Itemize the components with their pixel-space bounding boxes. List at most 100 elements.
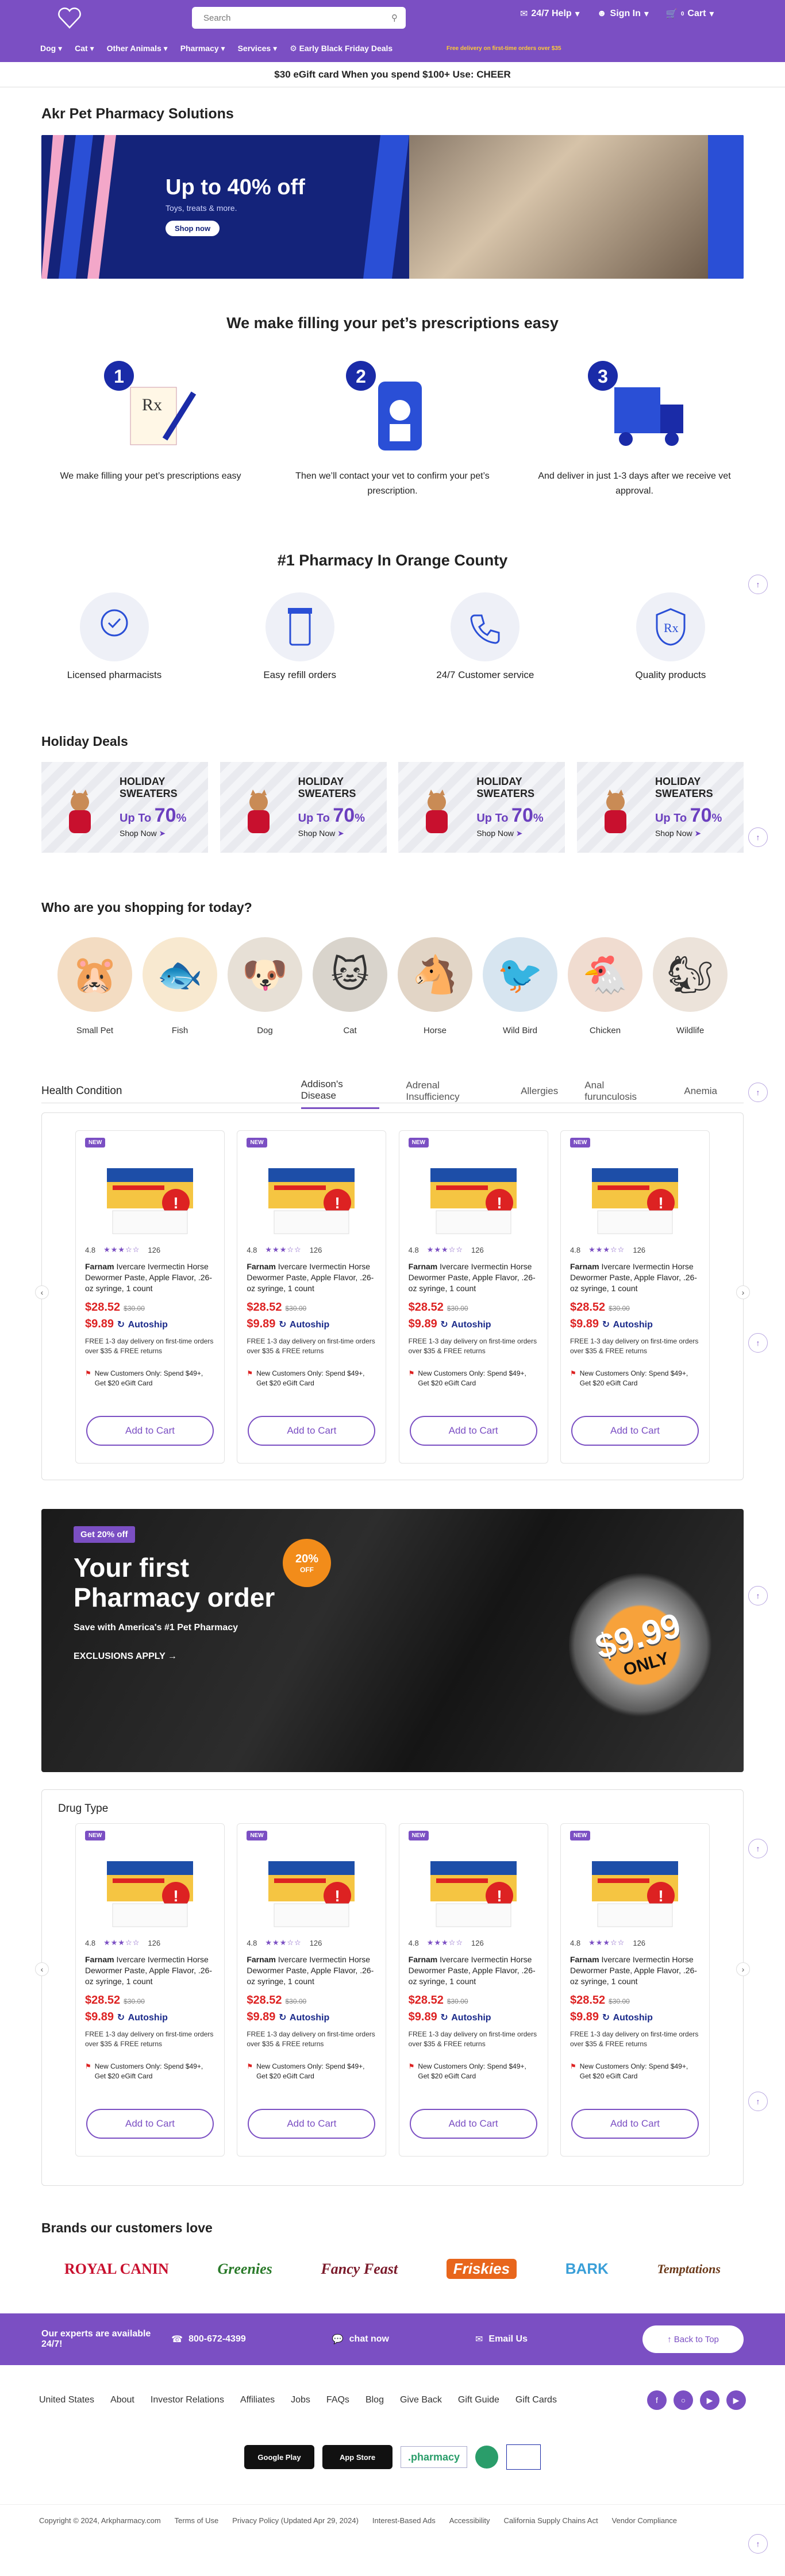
product-card[interactable]: NEW! 4.8 ★★★☆☆ 126 Farnam Ivercare Ivermecti… bbox=[237, 1130, 387, 1464]
product-image[interactable]: ! bbox=[85, 1844, 215, 1930]
legal-link[interactable]: Accessibility bbox=[449, 2516, 490, 2539]
footer-link[interactable]: United States bbox=[39, 2395, 94, 2405]
carousel-prev-button[interactable]: ‹ bbox=[35, 1285, 49, 1299]
footer-link[interactable]: Give Back bbox=[400, 2395, 442, 2405]
product-card[interactable]: NEW! 4.8 ★★★☆☆ 126 Farnam Ivercare Ivermecti… bbox=[398, 1130, 548, 1464]
youtube-icon[interactable]: ▶ bbox=[726, 2390, 746, 2410]
product-name[interactable]: Farnam Ivercare Ivermectin Horse Deworme… bbox=[570, 1261, 700, 1294]
legal-link[interactable]: Vendor Compliance bbox=[612, 2516, 677, 2539]
product-name[interactable]: Farnam Ivercare Ivermectin Horse Deworme… bbox=[247, 1954, 376, 1987]
legal-link[interactable]: Interest-Based Ads bbox=[372, 2516, 436, 2539]
holiday-deal-card[interactable]: HOLIDAY SWEATERS Up To 70% Shop Now ➤ bbox=[398, 762, 565, 853]
egift-banner[interactable]: $30 eGift card When you spend $100+ Use:… bbox=[0, 62, 785, 87]
pet-category-5[interactable]: 🐦 Wild Bird bbox=[483, 937, 557, 1035]
product-card[interactable]: NEW! 4.8 ★★★☆☆ 126 Farnam Ivercare Ivermecti… bbox=[237, 1823, 387, 2157]
product-image[interactable]: ! bbox=[247, 1151, 376, 1237]
chat-link[interactable]: 💬 chat now bbox=[332, 2334, 389, 2345]
footer-link[interactable]: FAQs bbox=[326, 2395, 349, 2405]
heart-logo-icon[interactable] bbox=[56, 5, 83, 31]
brand-fancy-feast[interactable]: Fancy Feast bbox=[321, 2261, 398, 2278]
add-to-cart-button[interactable]: Add to Cart bbox=[248, 2109, 376, 2139]
exclusions-link[interactable]: EXCLUSIONS APPLY → bbox=[74, 1651, 177, 1662]
signin-menu[interactable]: ☻ Sign In ▾ bbox=[597, 8, 649, 20]
brand-friskies[interactable]: Friskies bbox=[446, 2259, 517, 2279]
phone-link[interactable]: ☎ 800-672-4399 bbox=[171, 2334, 246, 2345]
product-image[interactable]: ! bbox=[409, 1151, 538, 1237]
pet-category-7[interactable]: 🐿 Wildlife bbox=[653, 937, 728, 1035]
deal-shop-link[interactable]: Shop Now ➤ bbox=[298, 829, 344, 838]
product-card[interactable]: NEW! 4.8 ★★★☆☆ 126 Farnam Ivercare Ivermecti… bbox=[560, 1823, 710, 2157]
pet-category-1[interactable]: 🐟 Fish bbox=[143, 937, 217, 1035]
holiday-deal-card[interactable]: HOLIDAY SWEATERS Up To 70% Shop Now ➤ bbox=[41, 762, 208, 853]
brand-royal-canin[interactable]: ROYAL CANIN bbox=[64, 2261, 169, 2278]
product-card[interactable]: NEW! 4.8 ★★★☆☆ 126 Farnam Ivercare Ivermecti… bbox=[75, 1130, 225, 1464]
cart-button[interactable]: 🛒 0 Cart ▾ bbox=[666, 8, 714, 20]
tab-allergies[interactable]: Allergies bbox=[521, 1080, 558, 1103]
tab-anemia[interactable]: Anemia bbox=[684, 1080, 717, 1103]
legal-link[interactable]: California Supply Chains Act bbox=[504, 2516, 598, 2539]
nav-black-friday[interactable]: ⚙ Early Black Friday Deals bbox=[290, 44, 392, 53]
footer-link[interactable]: Affiliates bbox=[240, 2395, 275, 2405]
tab-adrenal[interactable]: Adrenal Insufficiency bbox=[406, 1074, 494, 1108]
nav-services[interactable]: Services ▾ bbox=[238, 44, 278, 53]
instagram-icon[interactable]: ○ bbox=[674, 2390, 693, 2410]
footer-link[interactable]: Gift Cards bbox=[515, 2395, 557, 2405]
add-to-cart-button[interactable]: Add to Cart bbox=[248, 1416, 376, 1446]
search-input[interactable]: Search ⚲ bbox=[192, 7, 406, 29]
carousel-prev-button[interactable]: ‹ bbox=[35, 1962, 49, 1976]
scroll-top-icon[interactable]: ↑ bbox=[748, 1586, 768, 1605]
back-to-top-button[interactable]: ↑ Back to Top bbox=[642, 2325, 744, 2353]
product-name[interactable]: Farnam Ivercare Ivermectin Horse Deworme… bbox=[247, 1261, 376, 1294]
product-card[interactable]: NEW! 4.8 ★★★☆☆ 126 Farnam Ivercare Ivermecti… bbox=[75, 1823, 225, 2157]
tab-addisons[interactable]: Addison's Disease bbox=[301, 1073, 380, 1109]
product-image[interactable]: ! bbox=[85, 1151, 215, 1237]
pet-category-2[interactable]: 🐶 Dog bbox=[228, 937, 302, 1035]
add-to-cart-button[interactable]: Add to Cart bbox=[571, 1416, 699, 1446]
brand-bark[interactable]: BARK bbox=[565, 2260, 609, 2278]
product-card[interactable]: NEW! 4.8 ★★★☆☆ 126 Farnam Ivercare Ivermecti… bbox=[398, 1823, 548, 2157]
product-card[interactable]: NEW! 4.8 ★★★☆☆ 126 Farnam Ivercare Ivermecti… bbox=[560, 1130, 710, 1464]
youtube-icon[interactable]: ▶ bbox=[700, 2390, 719, 2410]
footer-link[interactable]: About bbox=[110, 2395, 134, 2405]
deal-shop-link[interactable]: Shop Now ➤ bbox=[655, 829, 701, 838]
nav-pharmacy[interactable]: Pharmacy ▾ bbox=[180, 44, 225, 53]
app-store-badge[interactable]: App Store bbox=[322, 2445, 392, 2469]
first-order-banner[interactable]: Get 20% off Your first Pharmacy order Sav… bbox=[41, 1509, 744, 1772]
deal-shop-link[interactable]: Shop Now ➤ bbox=[476, 829, 522, 838]
product-image[interactable]: ! bbox=[570, 1844, 700, 1930]
legal-link[interactable]: Privacy Policy (Updated Apr 29, 2024) bbox=[232, 2516, 359, 2539]
add-to-cart-button[interactable]: Add to Cart bbox=[86, 1416, 214, 1446]
deal-shop-link[interactable]: Shop Now ➤ bbox=[120, 829, 166, 838]
carousel-next-button[interactable]: › bbox=[736, 1285, 750, 1299]
holiday-deal-card[interactable]: HOLIDAY SWEATERS Up To 70% Shop Now ➤ bbox=[220, 762, 387, 853]
pet-category-0[interactable]: 🐹 Small Pet bbox=[57, 937, 132, 1035]
add-to-cart-button[interactable]: Add to Cart bbox=[409, 1416, 537, 1446]
scroll-top-icon[interactable]: ↑ bbox=[748, 575, 768, 594]
hero-banner[interactable]: Up to 40% off Toys, treats & more. Shop … bbox=[41, 135, 744, 279]
nav-dog[interactable]: Dog ▾ bbox=[40, 44, 62, 53]
holiday-deal-card[interactable]: HOLIDAY SWEATERS Up To 70% Shop Now ➤ bbox=[576, 762, 744, 853]
add-to-cart-button[interactable]: Add to Cart bbox=[571, 2109, 699, 2139]
footer-link[interactable]: Jobs bbox=[291, 2395, 310, 2405]
brand-temptations[interactable]: Temptations bbox=[657, 2262, 721, 2277]
product-image[interactable]: ! bbox=[247, 1844, 376, 1930]
scroll-top-icon[interactable]: ↑ bbox=[748, 2534, 768, 2554]
scroll-top-icon[interactable]: ↑ bbox=[748, 1839, 768, 1858]
footer-link[interactable]: Blog bbox=[365, 2395, 384, 2405]
product-name[interactable]: Farnam Ivercare Ivermectin Horse Deworme… bbox=[409, 1954, 538, 1987]
footer-link[interactable]: Gift Guide bbox=[458, 2395, 499, 2405]
footer-link[interactable]: Investor Relations bbox=[151, 2395, 224, 2405]
nav-cat[interactable]: Cat ▾ bbox=[75, 44, 94, 53]
tab-anal-furunculosis[interactable]: Anal furunculosis bbox=[584, 1074, 657, 1108]
pet-category-4[interactable]: 🐴 Horse bbox=[398, 937, 472, 1035]
product-name[interactable]: Farnam Ivercare Ivermectin Horse Deworme… bbox=[409, 1261, 538, 1294]
scroll-top-icon[interactable]: ↑ bbox=[748, 1333, 768, 1353]
carousel-next-button[interactable]: › bbox=[736, 1962, 750, 1976]
google-play-badge[interactable]: Google Play bbox=[244, 2445, 314, 2469]
product-image[interactable]: ! bbox=[409, 1844, 538, 1930]
legal-link[interactable]: Terms of Use bbox=[175, 2516, 219, 2539]
nav-other-animals[interactable]: Other Animals ▾ bbox=[107, 44, 168, 53]
product-image[interactable]: ! bbox=[570, 1151, 700, 1237]
scroll-top-icon[interactable]: ↑ bbox=[748, 1083, 768, 1102]
product-name[interactable]: Farnam Ivercare Ivermectin Horse Deworme… bbox=[85, 1261, 215, 1294]
